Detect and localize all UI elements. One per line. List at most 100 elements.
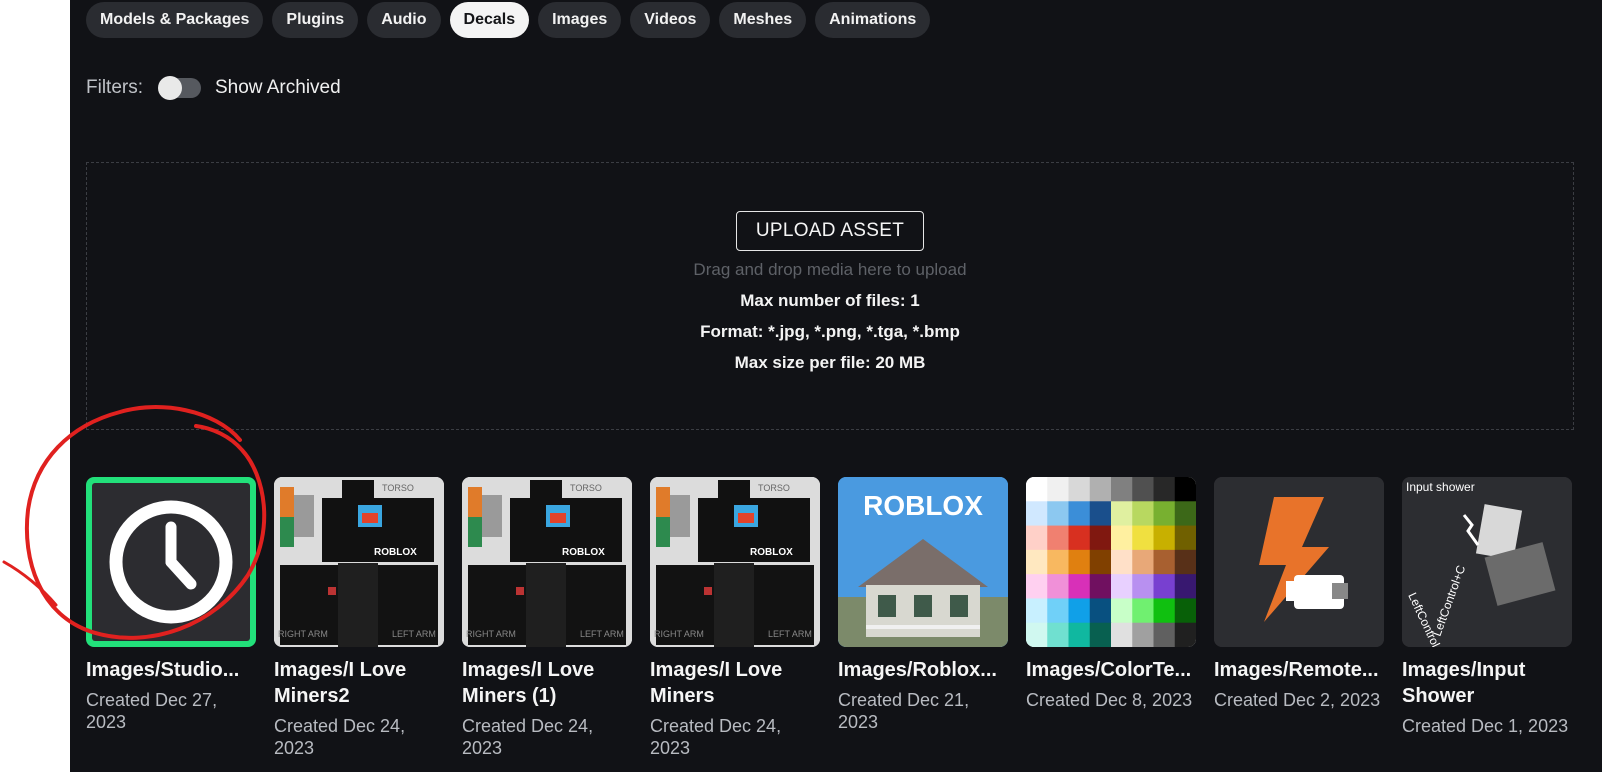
palette-swatch — [1111, 622, 1133, 647]
palette-swatch — [1174, 622, 1196, 647]
svg-text:TORSO: TORSO — [570, 483, 602, 493]
palette-swatch — [1026, 501, 1048, 527]
palette-swatch — [1153, 574, 1176, 599]
asset-title[interactable]: Images/I Love Miners — [650, 657, 820, 709]
palette-swatch — [1111, 501, 1133, 527]
palette-swatch — [1174, 549, 1196, 575]
palette-swatch — [1153, 501, 1176, 527]
roblox-house-image: ROBLOX — [838, 477, 1008, 647]
asset-card[interactable]: ROBLOX TORSO RIGHT ARM LEFT ARM Images/I… — [274, 477, 444, 759]
svg-text:LEFT ARM: LEFT ARM — [768, 629, 812, 639]
upload-asset-button[interactable]: UPLOAD ASSET — [736, 211, 924, 251]
asset-title[interactable]: Images/Studio... — [86, 657, 256, 683]
svg-text:TORSO: TORSO — [382, 483, 414, 493]
palette-swatch — [1068, 598, 1091, 624]
tab-audio[interactable]: Audio — [367, 2, 441, 38]
palette-swatch — [1068, 501, 1091, 527]
svg-text:ROBLOX: ROBLOX — [863, 490, 983, 521]
tab-plugins[interactable]: Plugins — [272, 2, 359, 38]
palette-swatch — [1132, 549, 1154, 575]
asset-date: Created Dec 27, 2023 — [86, 690, 218, 732]
asset-thumbnail[interactable]: ROBLOX TORSO RIGHT ARM LEFT ARM — [274, 477, 444, 647]
tab-meshes[interactable]: Meshes — [719, 2, 807, 38]
palette-swatch — [1089, 598, 1112, 624]
palette-swatch — [1111, 549, 1133, 575]
asset-thumbnail[interactable]: Input shower LeftControl+C LeftControl+V — [1402, 477, 1572, 647]
palette-swatch — [1068, 525, 1091, 551]
tab-animations[interactable]: Animations — [815, 2, 931, 38]
filters-label: Filters: — [86, 77, 143, 98]
format-info: Format: *.jpg, *.png, *.tga, *.bmp — [700, 322, 960, 341]
palette-swatch — [1153, 525, 1176, 551]
palette-swatch — [1089, 574, 1112, 599]
asset-thumbnail[interactable] — [1214, 477, 1384, 647]
asset-card[interactable]: Images/Studio... Created Dec 27, 2023 — [86, 477, 256, 733]
asset-thumbnail[interactable]: ROBLOX TORSO RIGHT ARM LEFT ARM — [462, 477, 632, 647]
svg-text:ROBLOX: ROBLOX — [750, 547, 793, 558]
asset-type-tabs: Models & Packages Plugins Audio Decals I… — [86, 2, 931, 38]
asset-date: Created Dec 1, 2023 — [1402, 716, 1569, 736]
toggle-knob — [158, 76, 182, 100]
asset-title[interactable]: Images/Input Shower — [1402, 657, 1572, 709]
input-shower-image: Input shower LeftControl+C LeftControl+V — [1402, 477, 1572, 647]
palette-swatch — [1174, 525, 1196, 551]
palette-swatch — [1153, 549, 1176, 575]
palette-swatch — [1111, 525, 1133, 551]
palette-swatch — [1132, 598, 1154, 624]
palette-swatch — [1068, 477, 1091, 502]
asset-card[interactable]: Input shower LeftControl+C LeftControl+V… — [1402, 477, 1572, 737]
svg-text:RIGHT ARM: RIGHT ARM — [466, 629, 516, 639]
palette-swatch — [1047, 622, 1069, 647]
svg-text:TORSO: TORSO — [758, 483, 790, 493]
asset-title[interactable]: Images/I Love Miners2 — [274, 657, 444, 709]
palette-swatch — [1047, 477, 1069, 502]
palette-swatch — [1132, 477, 1154, 502]
asset-thumbnail[interactable]: ROBLOX — [838, 477, 1008, 647]
tab-models-packages[interactable]: Models & Packages — [86, 2, 264, 38]
palette-swatch — [1089, 549, 1112, 575]
filters-bar: Filters: Show Archived — [86, 73, 341, 103]
palette-swatch — [1153, 477, 1176, 502]
asset-thumbnail[interactable]: ROBLOX TORSO RIGHT ARM LEFT ARM — [650, 477, 820, 647]
palette-swatch — [1111, 598, 1133, 624]
shirt-template-image: ROBLOX TORSO RIGHT ARM LEFT ARM — [274, 477, 444, 647]
palette-swatch — [1026, 622, 1048, 647]
tab-decals[interactable]: Decals — [449, 2, 530, 38]
asset-title[interactable]: Images/Roblox... — [838, 657, 1008, 683]
show-archived-label: Show Archived — [215, 77, 341, 98]
shirt-template-image: ROBLOX TORSO RIGHT ARM LEFT ARM — [650, 477, 820, 647]
asset-title[interactable]: Images/I Love Miners (1) — [462, 657, 632, 709]
palette-swatch — [1089, 477, 1112, 502]
color-palette-image — [1026, 477, 1196, 647]
palette-swatch — [1174, 598, 1196, 624]
palette-swatch — [1089, 622, 1112, 647]
palette-swatch — [1047, 549, 1069, 575]
palette-swatch — [1026, 574, 1048, 599]
tab-images[interactable]: Images — [538, 2, 622, 38]
palette-swatch — [1068, 574, 1091, 599]
svg-text:ROBLOX: ROBLOX — [562, 547, 605, 558]
palette-swatch — [1047, 501, 1069, 527]
svg-text:LEFT ARM: LEFT ARM — [392, 629, 436, 639]
max-size-info: Max size per file: 20 MB — [734, 353, 926, 372]
palette-swatch — [1174, 477, 1196, 502]
asset-card[interactable]: Images/Remote... Created Dec 2, 2023 — [1214, 477, 1384, 711]
tab-videos[interactable]: Videos — [630, 2, 711, 38]
asset-card[interactable]: ROBLOX TORSO RIGHT ARM LEFT ARM Images/I… — [650, 477, 820, 759]
asset-title[interactable]: Images/ColorTe... — [1026, 657, 1196, 683]
palette-swatch — [1132, 574, 1154, 599]
palette-swatch — [1068, 622, 1091, 647]
asset-date: Created Dec 21, 2023 — [838, 690, 970, 732]
show-archived-toggle[interactable] — [158, 76, 201, 100]
asset-thumbnail[interactable] — [1026, 477, 1196, 647]
asset-thumbnail[interactable] — [86, 477, 256, 647]
asset-title[interactable]: Images/Remote... — [1214, 657, 1384, 683]
asset-card[interactable]: Images/ColorTe... Created Dec 8, 2023 — [1026, 477, 1196, 711]
palette-swatch — [1174, 501, 1196, 527]
asset-card[interactable]: ROBLOX TORSO RIGHT ARM LEFT ARM Images/I… — [462, 477, 632, 759]
asset-card[interactable]: ROBLOX Images/Roblox... Created Dec 21, … — [838, 477, 1008, 733]
asset-date: Created Dec 8, 2023 — [1026, 690, 1193, 710]
svg-text:RIGHT ARM: RIGHT ARM — [654, 629, 704, 639]
palette-swatch — [1132, 525, 1154, 551]
palette-swatch — [1068, 549, 1091, 575]
